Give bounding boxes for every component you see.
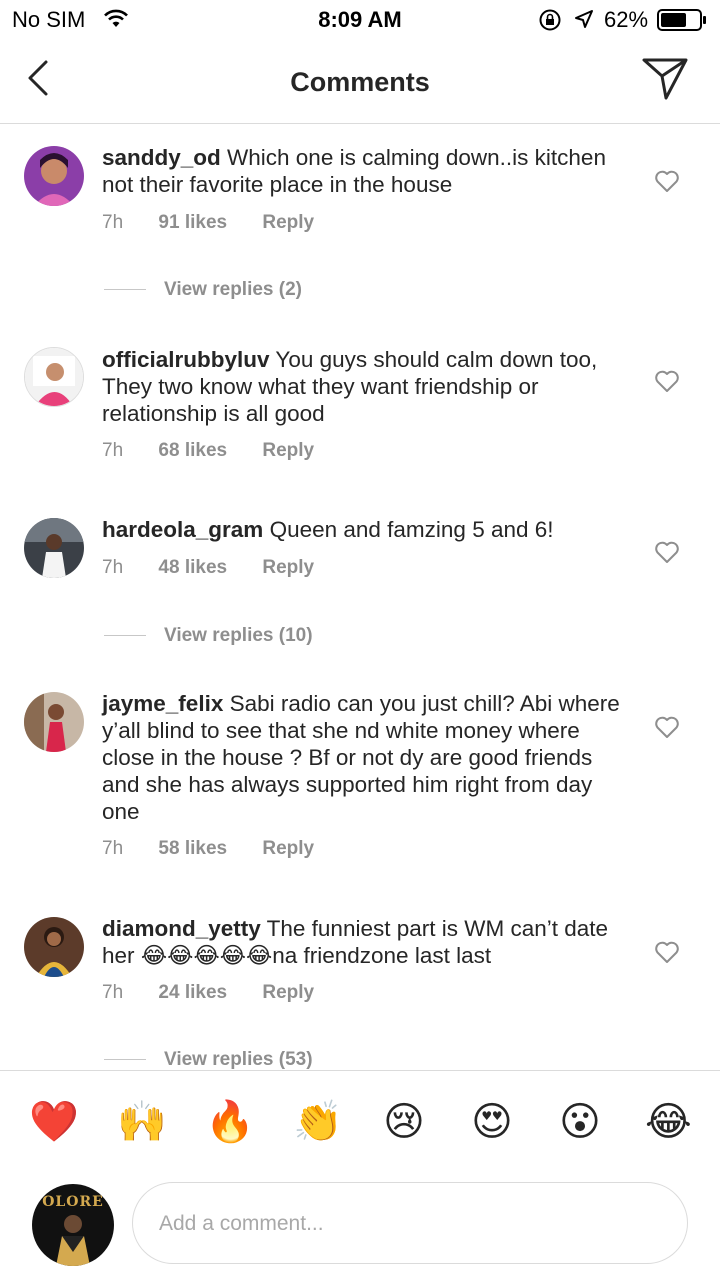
divider [104, 289, 146, 291]
comment-likes[interactable]: 48 likes [158, 557, 227, 578]
heart-icon[interactable] [654, 369, 680, 393]
reply-button[interactable]: Reply [262, 838, 314, 859]
avatar[interactable] [24, 146, 84, 206]
comment-meta: 7h 48 likes Reply [102, 557, 344, 579]
comment-composer: OLORE [0, 1174, 720, 1280]
view-replies-link[interactable]: View replies (2) [104, 279, 302, 301]
comment-likes[interactable]: 68 likes [158, 440, 227, 461]
comment-text: diamond_yetty The funniest part is WM ca… [102, 915, 622, 969]
direct-message-icon[interactable] [640, 56, 690, 102]
comment-meta: 7h 24 likes Reply [102, 982, 344, 1004]
comment-text: hardeola_gram Queen and famzing 5 and 6! [102, 516, 622, 543]
comment-username[interactable]: hardeola_gram [102, 517, 263, 542]
comment-time: 7h [102, 212, 124, 233]
heart-icon[interactable] [654, 540, 680, 564]
divider [104, 1059, 146, 1061]
heart-icon[interactable] [654, 940, 680, 964]
emoji-crying-button[interactable]: 😢 [381, 1099, 427, 1145]
reply-button[interactable]: Reply [262, 212, 314, 233]
emoji-fire-button[interactable]: 🔥 [205, 1099, 255, 1145]
header-bar: Comments [0, 40, 720, 124]
emoji-clap-button[interactable]: 👏 [293, 1099, 343, 1145]
view-replies-label: View replies (10) [164, 625, 313, 646]
comment-text: sanddy_od Which one is calming down..is … [102, 144, 622, 198]
comment-time: 7h [102, 557, 124, 578]
avatar[interactable] [24, 917, 84, 977]
comment-likes[interactable]: 24 likes [158, 982, 227, 1003]
rotation-lock-icon [539, 9, 561, 31]
reply-button[interactable]: Reply [262, 440, 314, 461]
comment-time: 7h [102, 982, 124, 1003]
battery-percent: 62% [604, 7, 649, 32]
heart-icon[interactable] [654, 715, 680, 739]
view-replies-link[interactable]: View replies (10) [104, 625, 313, 647]
comment-text: jayme_felix Sabi radio can you just chil… [102, 690, 622, 825]
comment-meta: 7h 91 likes Reply [102, 212, 344, 234]
comment-likes[interactable]: 58 likes [158, 838, 227, 859]
avatar-image [24, 146, 84, 206]
reply-button[interactable]: Reply [262, 982, 314, 1003]
view-replies-label: View replies (2) [164, 279, 302, 300]
comment-time: 7h [102, 838, 124, 859]
avatar[interactable] [24, 692, 84, 752]
avatar[interactable] [24, 518, 84, 578]
battery-icon [657, 9, 706, 31]
comment-body: Queen and famzing 5 and 6! [263, 517, 554, 542]
comment-username[interactable]: diamond_yetty [102, 916, 261, 941]
comment-time: 7h [102, 440, 124, 461]
avatar-image [24, 692, 84, 752]
comment-text: officialrubbyluv You guys should calm do… [102, 346, 622, 427]
emoji-laughing-button[interactable]: 😂 [645, 1099, 692, 1145]
emoji-surprised-button[interactable]: 😮 [557, 1099, 603, 1145]
view-replies-link[interactable]: View replies (53) [104, 1049, 313, 1070]
comment-meta: 7h 58 likes Reply [102, 838, 344, 860]
emoji-raised-hands-button[interactable]: 🙌 [117, 1099, 167, 1145]
comment-username[interactable]: sanddy_od [102, 145, 221, 170]
comment-username[interactable]: jayme_felix [102, 691, 223, 716]
status-bar: No SIM 8:09 AM 62% [0, 0, 720, 40]
divider [104, 635, 146, 637]
comment-username[interactable]: officialrubbyluv [102, 347, 270, 372]
comment-meta: 7h 68 likes Reply [102, 440, 344, 462]
emoji-heart-eyes-button[interactable]: 😍 [469, 1099, 515, 1145]
avatar-image [56, 1215, 90, 1266]
emoji-reaction-bar: ❤️ 🙌 🔥 👏 😢 😍 😮 😂 [0, 1070, 720, 1175]
comment-input[interactable] [157, 1203, 661, 1245]
avatar-image [24, 518, 84, 578]
current-user-avatar: OLORE [32, 1184, 114, 1266]
avatar[interactable] [24, 347, 84, 407]
reply-button[interactable]: Reply [262, 557, 314, 578]
avatar-image [25, 348, 83, 406]
comment-input-container[interactable] [132, 1182, 688, 1264]
heart-icon[interactable] [654, 169, 680, 193]
page-title: Comments [290, 67, 430, 97]
emoji-heart-button[interactable]: ❤️ [29, 1099, 79, 1145]
location-icon [575, 10, 593, 28]
comment-likes[interactable]: 91 likes [158, 212, 227, 233]
view-replies-label: View replies (53) [164, 1049, 313, 1070]
comments-list[interactable]: sanddy_od Which one is calming down..is … [0, 124, 720, 1070]
avatar-image [24, 917, 84, 977]
